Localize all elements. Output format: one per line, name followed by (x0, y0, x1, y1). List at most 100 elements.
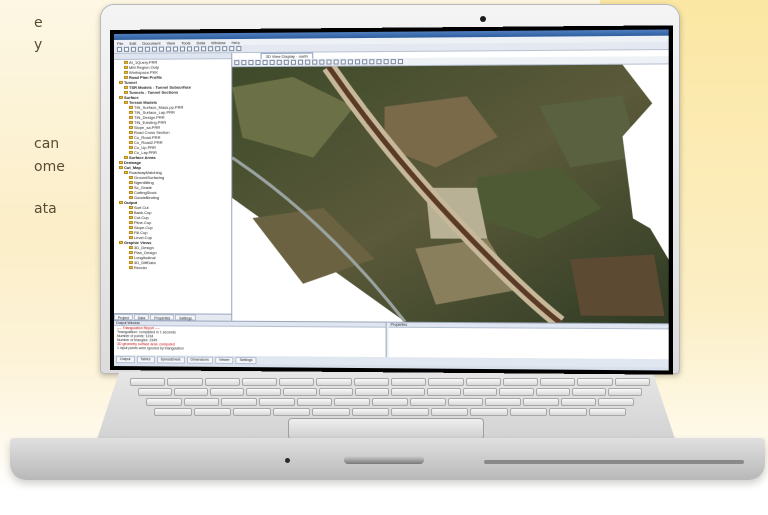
folder-icon (124, 156, 128, 159)
folder-icon (129, 196, 133, 199)
folder-icon (124, 86, 128, 89)
tool-icon[interactable] (194, 46, 199, 51)
tool-icon[interactable] (229, 46, 234, 51)
tool-icon[interactable] (131, 47, 136, 52)
tool-icon[interactable] (180, 46, 185, 51)
key (352, 408, 390, 416)
folder-icon (129, 261, 133, 264)
menu-item[interactable]: Tools (181, 40, 190, 45)
aerial-terrain-image[interactable] (232, 64, 668, 323)
key (297, 398, 333, 406)
tool-icon[interactable] (384, 59, 389, 64)
tool-icon[interactable] (263, 60, 268, 65)
tool-icon[interactable] (376, 59, 381, 64)
folder-icon (124, 91, 128, 94)
tool-icon[interactable] (277, 60, 282, 65)
menu-item[interactable]: Edit (129, 40, 136, 45)
tool-icon[interactable] (234, 60, 239, 65)
tool-icon[interactable] (334, 59, 339, 64)
menu-item[interactable]: View (167, 40, 176, 45)
tool-icon[interactable] (173, 46, 178, 51)
tree-item[interactable]: Render (114, 265, 231, 270)
menu-item[interactable]: Data (197, 40, 205, 45)
bottom-tab[interactable]: Settings (236, 356, 257, 363)
key (536, 388, 570, 396)
output-line: 1 input points were ignored by triangula… (114, 346, 386, 352)
tool-icon[interactable] (152, 47, 157, 52)
project-tree-panel: At_1Query.PRR MM Region.Outp Workspace.PKK… (114, 53, 232, 321)
tool-icon[interactable] (159, 47, 164, 52)
folder-icon (129, 266, 133, 269)
tool-icon[interactable] (124, 47, 129, 52)
folder-icon (124, 171, 128, 174)
folder-icon (124, 66, 128, 69)
tool-icon[interactable] (255, 60, 260, 65)
key (355, 388, 389, 396)
tool-icon[interactable] (291, 60, 296, 65)
tool-icon[interactable] (298, 60, 303, 65)
tool-icon[interactable] (248, 60, 253, 65)
key (428, 378, 463, 386)
bottom-tab[interactable]: Spreadsheet (157, 356, 185, 363)
bottom-tab[interactable]: Output (116, 356, 134, 363)
tool-icon[interactable] (341, 59, 346, 64)
tool-icon[interactable] (145, 47, 150, 52)
keyboard-row (138, 388, 642, 396)
tool-icon[interactable] (362, 59, 367, 64)
trackpad (288, 418, 484, 440)
camera (480, 16, 486, 22)
application-window: File Edit Document View Tools Data Window Help … (114, 29, 669, 370)
tool-icon[interactable] (270, 60, 275, 65)
key (233, 408, 271, 416)
tool-icon[interactable] (305, 60, 310, 65)
tool-icon[interactable] (284, 60, 289, 65)
tool-icon[interactable] (312, 60, 317, 65)
folder-icon (129, 246, 133, 249)
output-log: ---- Triangulation Report ---- Triangulat… (114, 326, 386, 352)
key (503, 378, 538, 386)
tool-icon[interactable] (187, 46, 192, 51)
folder-icon (129, 121, 133, 124)
map-view[interactable]: 3D View Display - north (232, 50, 668, 323)
menu-item[interactable]: File (117, 40, 123, 45)
key (431, 408, 469, 416)
keyboard-row (154, 408, 626, 416)
tree-item-label: GoodsBinding (134, 195, 159, 200)
tool-icon[interactable] (138, 47, 143, 52)
tool-icon[interactable] (241, 60, 246, 65)
tool-icon[interactable] (201, 46, 206, 51)
keyboard-row (130, 378, 650, 386)
tool-icon[interactable] (391, 59, 396, 64)
tool-icon[interactable] (166, 47, 171, 52)
tool-icon[interactable] (398, 59, 403, 64)
folder-icon (129, 226, 133, 229)
menu-item[interactable]: Document (142, 40, 160, 45)
menu-item[interactable]: Help (231, 39, 239, 44)
key (608, 388, 642, 396)
folder-icon (119, 166, 123, 169)
tool-icon[interactable] (215, 46, 220, 51)
tool-icon[interactable] (319, 60, 324, 65)
folder-icon (129, 111, 133, 114)
marketing-text-line-7: ata (34, 200, 57, 218)
key (154, 408, 192, 416)
tool-icon[interactable] (355, 59, 360, 64)
folder-icon (129, 116, 133, 119)
tool-icon[interactable] (222, 46, 227, 51)
key (194, 408, 232, 416)
key (466, 378, 501, 386)
menu-item[interactable]: Window (211, 40, 225, 45)
tool-icon[interactable] (348, 59, 353, 64)
tool-icon[interactable] (369, 59, 374, 64)
folder-icon (129, 141, 133, 144)
bottom-tab[interactable]: Dimensions (186, 356, 212, 363)
tool-icon[interactable] (208, 46, 213, 51)
key (470, 408, 508, 416)
tool-icon[interactable] (236, 46, 241, 51)
key (598, 398, 634, 406)
key (130, 378, 165, 386)
bottom-tab[interactable]: Viewer (215, 356, 234, 363)
tool-icon[interactable] (117, 47, 122, 52)
bottom-tab[interactable]: Tables (136, 356, 154, 363)
tool-icon[interactable] (326, 60, 331, 65)
